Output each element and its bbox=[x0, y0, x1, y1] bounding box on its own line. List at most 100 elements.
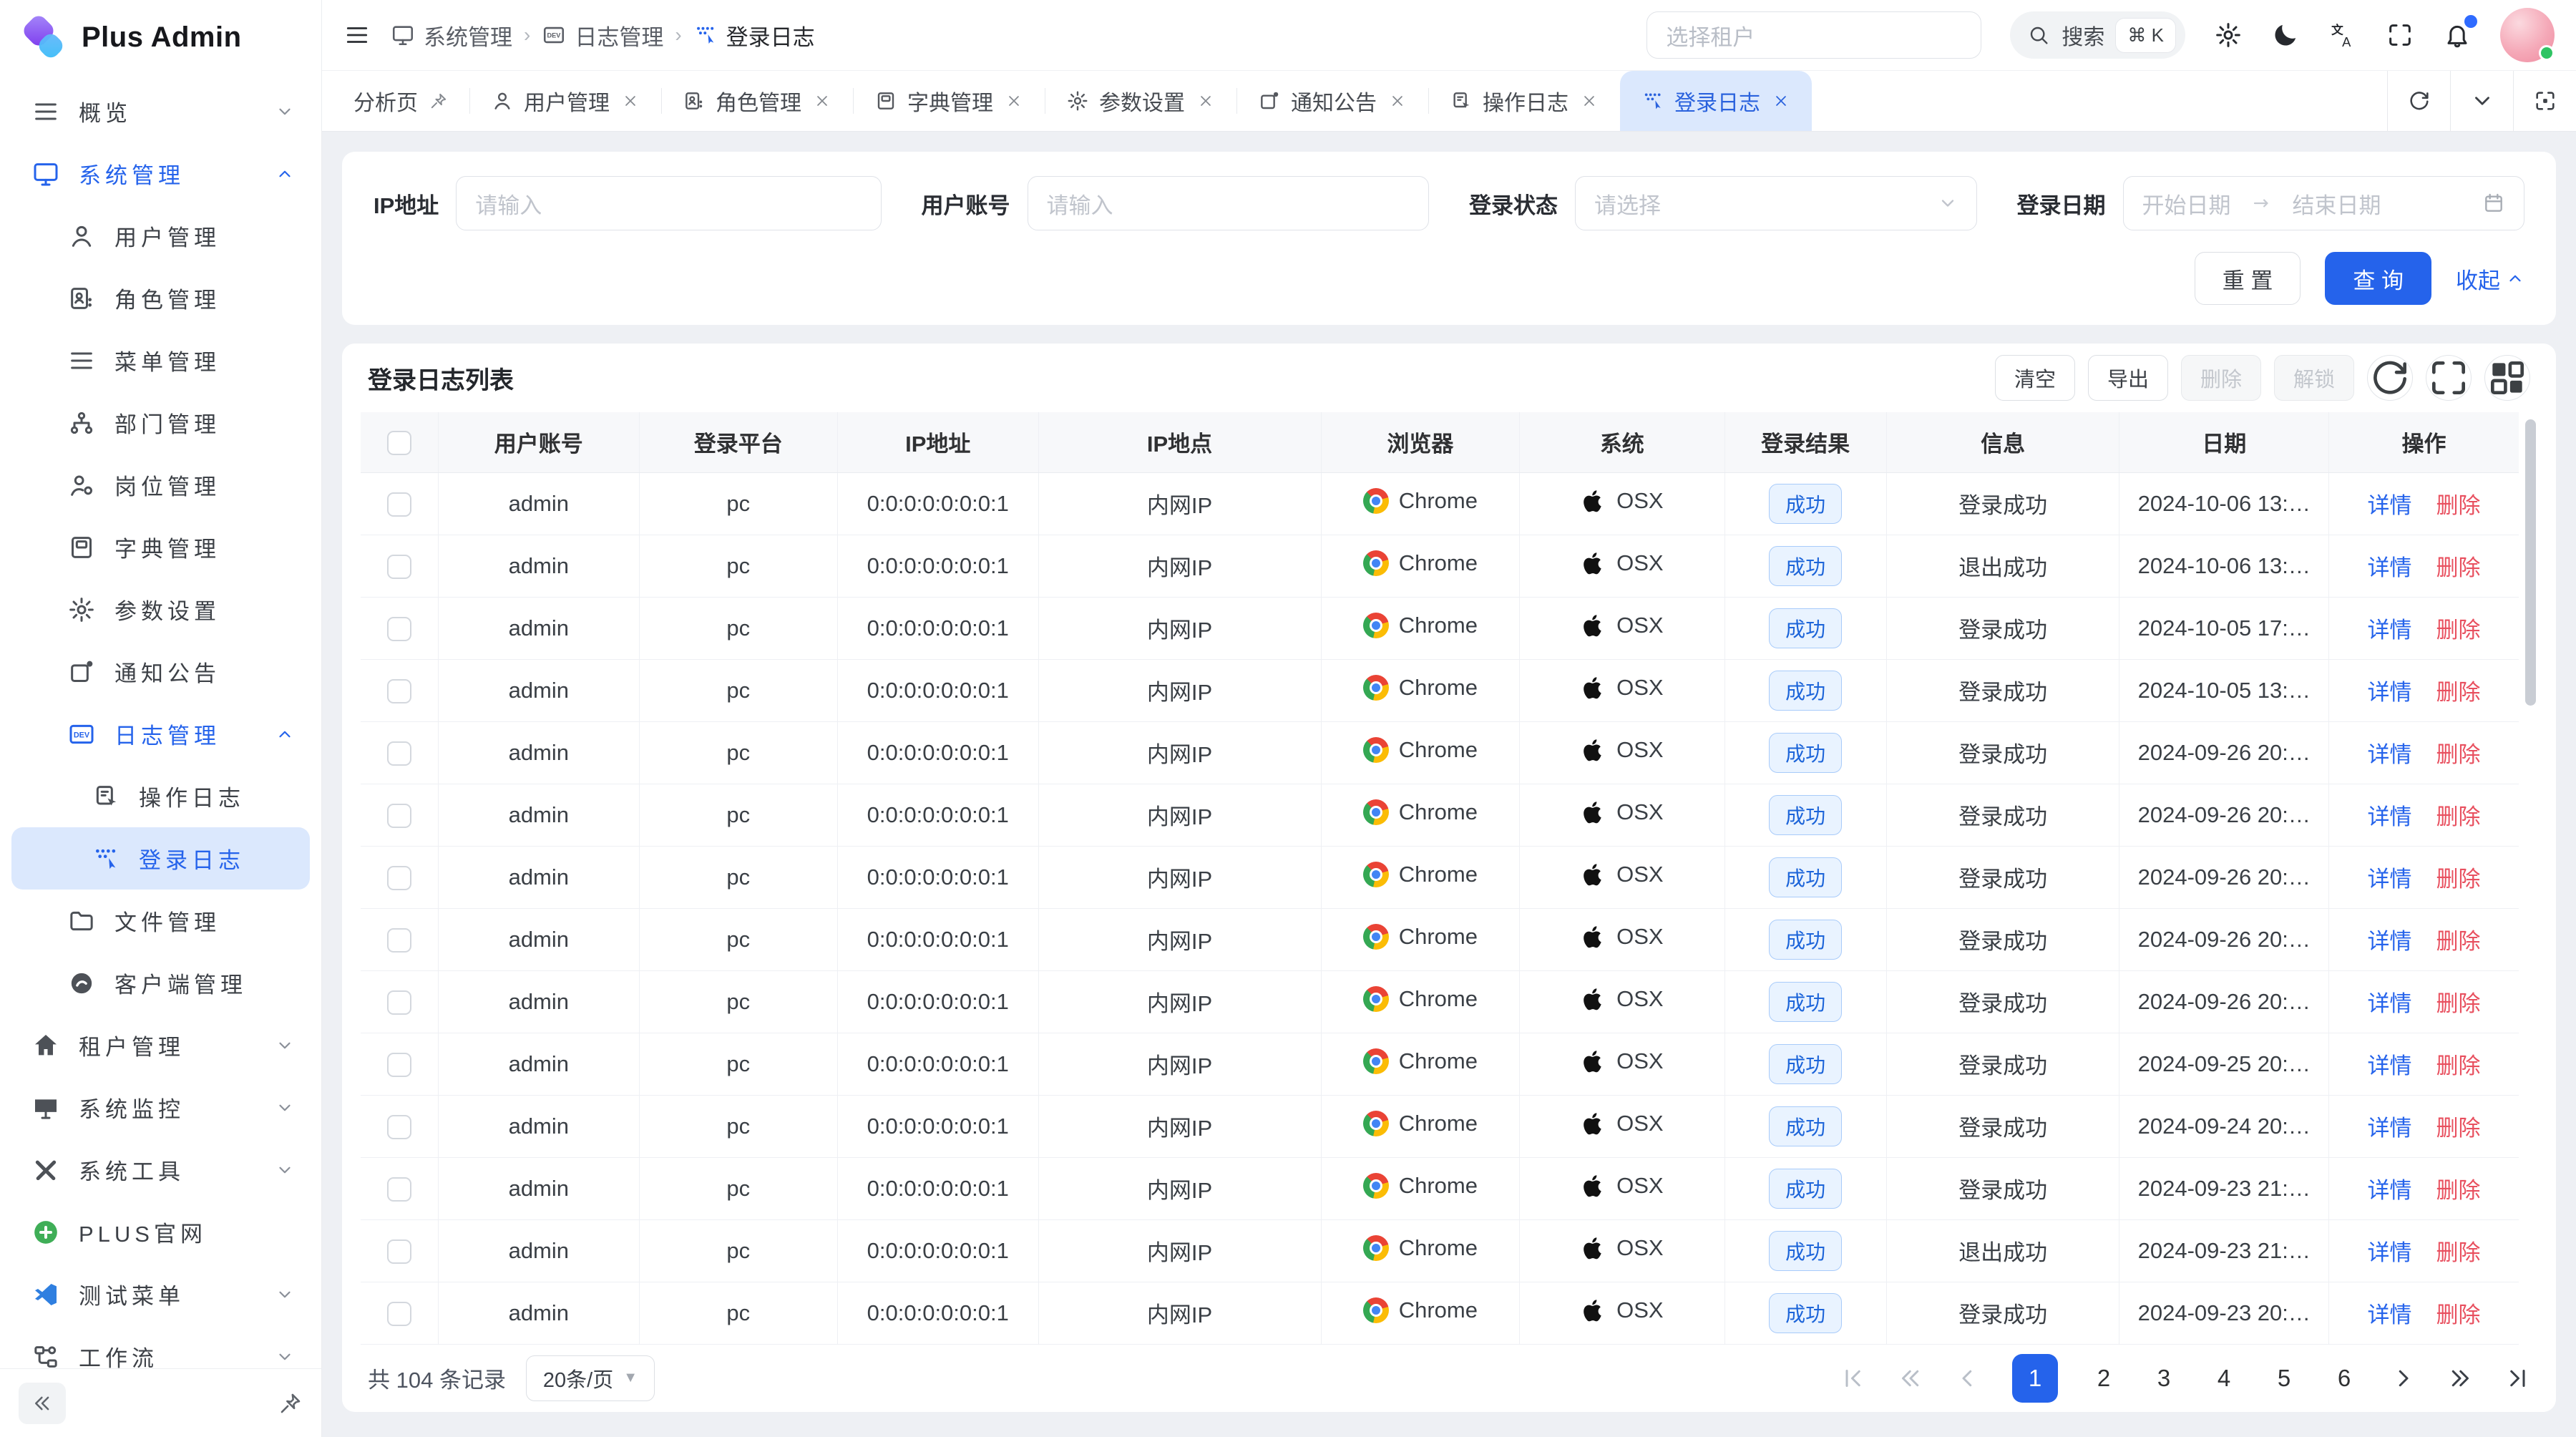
sidebar-collapse-button[interactable] bbox=[19, 1383, 66, 1424]
delete-link[interactable]: 删除 bbox=[2436, 555, 2481, 580]
page-number-1[interactable]: 1 bbox=[2012, 1354, 2058, 1403]
close-icon[interactable] bbox=[1772, 92, 1790, 110]
sidebar-item-plus-site[interactable]: PLUS官网 bbox=[11, 1201, 310, 1263]
detail-link[interactable]: 详情 bbox=[2368, 742, 2412, 767]
tab-login-log[interactable]: 登录日志 bbox=[1620, 71, 1812, 131]
export-button[interactable]: 导出 bbox=[2088, 355, 2168, 401]
detail-link[interactable]: 详情 bbox=[2368, 804, 2412, 829]
sidebar-item-dept-mgmt[interactable]: 部门管理 bbox=[11, 391, 310, 454]
table-fullscreen-button[interactable] bbox=[2426, 355, 2472, 401]
settings-gear-icon[interactable] bbox=[2214, 21, 2243, 49]
sidebar-pin-icon[interactable] bbox=[278, 1391, 303, 1416]
query-button[interactable]: 查 询 bbox=[2325, 252, 2431, 305]
prev-page-button[interactable] bbox=[1955, 1365, 1981, 1391]
tab-user-mgmt[interactable]: 用户管理 bbox=[469, 71, 661, 131]
notifications-bell-icon[interactable] bbox=[2443, 21, 2472, 49]
page-number-6[interactable]: 6 bbox=[2330, 1365, 2358, 1392]
sidebar-item-test-menu[interactable]: 测试菜单 bbox=[11, 1263, 310, 1325]
sidebar-item-dict-mgmt[interactable]: 字典管理 bbox=[11, 516, 310, 578]
row-checkbox[interactable] bbox=[387, 990, 411, 1015]
next-page-button[interactable] bbox=[2390, 1365, 2416, 1391]
unlock-button[interactable]: 解锁 bbox=[2274, 355, 2354, 401]
detail-link[interactable]: 详情 bbox=[2368, 1302, 2412, 1328]
page-number-3[interactable]: 3 bbox=[2150, 1365, 2178, 1392]
row-checkbox[interactable] bbox=[387, 1239, 411, 1264]
refresh-table-button[interactable] bbox=[2367, 355, 2413, 401]
delete-link[interactable]: 删除 bbox=[2436, 1053, 2481, 1078]
tenant-select-input[interactable]: 选择租户 bbox=[1646, 11, 1981, 59]
maximize-content-button[interactable] bbox=[2513, 71, 2576, 131]
row-checkbox[interactable] bbox=[387, 1302, 411, 1326]
sidebar-item-log-mgmt[interactable]: DEV日志管理 bbox=[11, 703, 310, 765]
detail-link[interactable]: 详情 bbox=[2368, 680, 2412, 705]
delete-link[interactable]: 删除 bbox=[2436, 680, 2481, 705]
sidebar-item-post-mgmt[interactable]: 岗位管理 bbox=[11, 454, 310, 516]
sidebar-item-client-mgmt[interactable]: 客户端管理 bbox=[11, 952, 310, 1014]
reset-button[interactable]: 重 置 bbox=[2195, 252, 2301, 305]
prev-five-pages-button[interactable] bbox=[1898, 1365, 1923, 1391]
row-checkbox[interactable] bbox=[387, 928, 411, 953]
sidebar-item-param-settings[interactable]: 参数设置 bbox=[11, 578, 310, 640]
clear-button[interactable]: 清空 bbox=[1995, 355, 2075, 401]
detail-link[interactable]: 详情 bbox=[2368, 555, 2412, 580]
user-avatar[interactable] bbox=[2500, 8, 2555, 62]
select-all-checkbox[interactable] bbox=[387, 431, 411, 455]
fullscreen-icon[interactable] bbox=[2386, 21, 2414, 49]
language-translate-icon[interactable]: 文A bbox=[2328, 21, 2357, 49]
breadcrumb-item-login-log[interactable]: 登录日志 bbox=[693, 19, 815, 52]
row-checkbox[interactable] bbox=[387, 555, 411, 579]
detail-link[interactable]: 详情 bbox=[2368, 1053, 2412, 1078]
close-icon[interactable] bbox=[813, 92, 831, 110]
sidebar-item-menu-mgmt[interactable]: 菜单管理 bbox=[11, 329, 310, 391]
delete-link[interactable]: 删除 bbox=[2436, 991, 2481, 1016]
sidebar-item-overview[interactable]: 概览 bbox=[11, 80, 310, 142]
delete-link[interactable]: 删除 bbox=[2436, 929, 2481, 954]
page-number-5[interactable]: 5 bbox=[2270, 1365, 2298, 1392]
sidebar-item-login-log[interactable]: 登录日志 bbox=[11, 827, 310, 890]
close-icon[interactable] bbox=[1388, 92, 1407, 110]
detail-link[interactable]: 详情 bbox=[2368, 1240, 2412, 1265]
row-checkbox[interactable] bbox=[387, 617, 411, 641]
delete-link[interactable]: 删除 bbox=[2436, 1178, 2481, 1203]
delete-link[interactable]: 删除 bbox=[2436, 1302, 2481, 1328]
page-number-4[interactable]: 4 bbox=[2210, 1365, 2238, 1392]
detail-link[interactable]: 详情 bbox=[2368, 618, 2412, 643]
global-search-button[interactable]: 搜索 ⌘ K bbox=[2010, 11, 2185, 59]
dark-mode-moon-icon[interactable] bbox=[2271, 21, 2300, 49]
delete-link[interactable]: 删除 bbox=[2436, 1116, 2481, 1141]
delete-link[interactable]: 删除 bbox=[2436, 1240, 2481, 1265]
close-icon[interactable] bbox=[1005, 92, 1023, 110]
breadcrumb-item-system-mgmt[interactable]: 系统管理 bbox=[391, 19, 512, 52]
sidebar-item-notice[interactable]: 通知公告 bbox=[11, 640, 310, 703]
tab-param-settings[interactable]: 参数设置 bbox=[1045, 71, 1236, 131]
row-checkbox[interactable] bbox=[387, 741, 411, 766]
close-icon[interactable] bbox=[1580, 92, 1599, 110]
sidebar-item-sys-tools[interactable]: 系统工具 bbox=[11, 1139, 310, 1201]
sidebar-item-system-mgmt[interactable]: 系统管理 bbox=[11, 142, 310, 205]
row-checkbox[interactable] bbox=[387, 679, 411, 703]
close-icon[interactable] bbox=[1196, 92, 1215, 110]
sidebar-item-file-mgmt[interactable]: 文件管理 bbox=[11, 890, 310, 952]
delete-link[interactable]: 删除 bbox=[2436, 618, 2481, 643]
delete-button[interactable]: 删除 bbox=[2181, 355, 2261, 401]
ip-input[interactable]: 请输入 bbox=[456, 176, 881, 230]
row-checkbox[interactable] bbox=[387, 866, 411, 890]
last-page-button[interactable] bbox=[2504, 1365, 2530, 1391]
row-checkbox[interactable] bbox=[387, 1115, 411, 1139]
sidebar-item-op-log[interactable]: 操作日志 bbox=[11, 765, 310, 827]
tab-notice[interactable]: 通知公告 bbox=[1236, 71, 1428, 131]
row-checkbox[interactable] bbox=[387, 804, 411, 828]
page-number-2[interactable]: 2 bbox=[2089, 1365, 2118, 1392]
status-select[interactable]: 请选择 bbox=[1575, 176, 1977, 230]
detail-link[interactable]: 详情 bbox=[2368, 929, 2412, 954]
refresh-tab-button[interactable] bbox=[2387, 71, 2450, 131]
tab-op-log[interactable]: 操作日志 bbox=[1428, 71, 1620, 131]
delete-link[interactable]: 删除 bbox=[2436, 804, 2481, 829]
sidebar-item-sys-monitor[interactable]: 系统监控 bbox=[11, 1076, 310, 1139]
table-scrollbar-thumb[interactable] bbox=[2525, 419, 2536, 706]
tab-role-mgmt[interactable]: 角色管理 bbox=[661, 71, 853, 131]
row-checkbox[interactable] bbox=[387, 1177, 411, 1202]
delete-link[interactable]: 删除 bbox=[2436, 867, 2481, 892]
detail-link[interactable]: 详情 bbox=[2368, 1178, 2412, 1203]
first-page-button[interactable] bbox=[1840, 1365, 1866, 1391]
